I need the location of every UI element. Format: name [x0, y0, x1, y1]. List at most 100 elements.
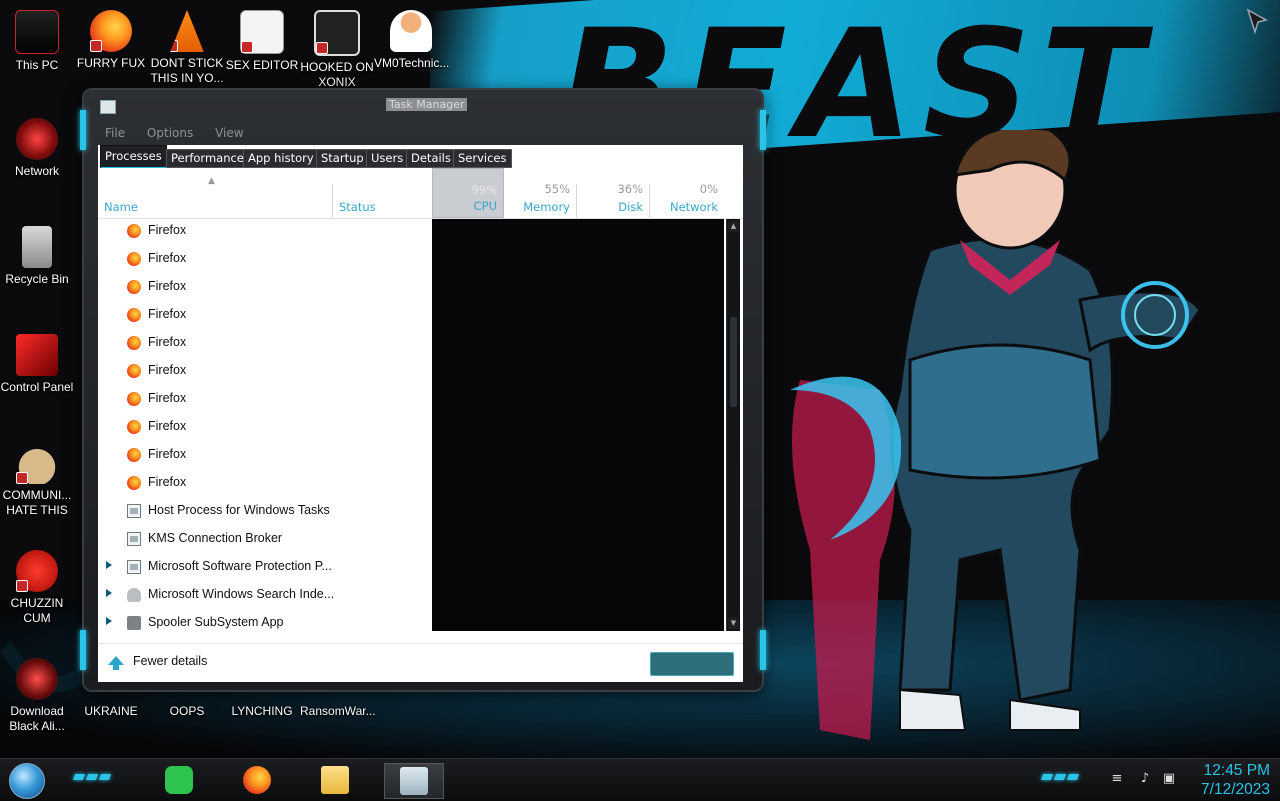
table-row[interactable]: Firefox: [98, 301, 432, 329]
table-row[interactable]: Microsoft Software Protection P...: [98, 553, 432, 581]
desktop-icon-this-pc[interactable]: This PC: [0, 10, 74, 73]
firefox-icon: [243, 766, 271, 794]
volume-icon[interactable]: ♪: [1138, 772, 1152, 786]
disk-percent: 36%: [617, 182, 643, 196]
desktop-icon-recycle-bin[interactable]: Recycle Bin: [0, 226, 74, 287]
desktop-icon-ransomware[interactable]: RansomWar...: [300, 704, 376, 719]
notes-app-icon: [165, 766, 193, 794]
desktop-icon-lynching[interactable]: LYNCHING: [225, 704, 299, 719]
column-label: Disk: [618, 200, 643, 214]
desktop-icon-furry-fux[interactable]: FURRY FUX: [74, 10, 148, 71]
tab-services[interactable]: Services: [453, 149, 512, 168]
desktop-icon-dont-stick[interactable]: DONT STICK THIS IN YO...: [150, 10, 224, 86]
table-row[interactable]: Firefox: [98, 413, 432, 441]
table-row[interactable]: Firefox: [98, 273, 432, 301]
desktop-icon-communism[interactable]: COMMUNI... HATE THIS: [0, 442, 74, 518]
table-row[interactable]: Firefox: [98, 219, 432, 245]
column-header-memory[interactable]: 55% Memory: [504, 168, 576, 218]
process-name: Firefox: [148, 335, 187, 349]
column-label: Name: [104, 200, 138, 214]
column-header-name[interactable]: Name: [98, 168, 332, 218]
firefox-icon: [127, 280, 141, 294]
desktop-icon-oops[interactable]: OOPS: [150, 704, 224, 719]
process-name: Firefox: [148, 475, 187, 489]
window-process-icon: [127, 560, 141, 574]
action-center-icon[interactable]: ≡: [1110, 772, 1124, 786]
table-row[interactable]: Firefox: [98, 469, 432, 497]
table-row[interactable]: KMS Connection Broker: [98, 525, 432, 553]
system-clock[interactable]: 12:45 PM 7/12/2023: [1186, 761, 1270, 799]
task-manager-app-icon: [100, 100, 116, 114]
desktop-icon-hooked-on-xonix[interactable]: HOOKED ON XONIX: [300, 10, 374, 90]
scroll-up-icon[interactable]: ▲: [728, 221, 739, 232]
menu-view[interactable]: View: [215, 123, 243, 143]
desktop-icon-ukraine[interactable]: UKRAINE: [74, 704, 148, 719]
expand-chevron-icon[interactable]: [106, 561, 112, 569]
desktop-icon-label: FURRY FUX: [76, 56, 146, 70]
taskbar-file-explorer[interactable]: [306, 763, 364, 797]
desktop-icon-download-black-ali[interactable]: Download Black Ali...: [0, 658, 74, 734]
table-row[interactable]: Microsoft Windows Search Inde...: [98, 581, 432, 609]
table-row[interactable]: Firefox: [98, 441, 432, 469]
table-row[interactable]: Firefox: [98, 329, 432, 357]
menu-options[interactable]: Options: [147, 123, 193, 143]
desktop-icon-label: Recycle Bin: [5, 272, 69, 286]
fewer-details-link[interactable]: Fewer details: [133, 654, 207, 668]
desktop-icon-sex-editor[interactable]: SEX EDITOR: [225, 10, 299, 73]
end-task-button[interactable]: [650, 652, 734, 676]
network-tray-icon[interactable]: ▣: [1162, 772, 1176, 786]
column-header-status[interactable]: Status: [333, 168, 432, 218]
process-list: Firefox Firefox Firefox Firefox Firefox …: [98, 219, 432, 631]
tab-startup[interactable]: Startup: [316, 149, 369, 168]
table-row[interactable]: Firefox: [98, 357, 432, 385]
desktop-icon-control-panel[interactable]: Control Panel: [0, 334, 74, 395]
tab-details[interactable]: Details: [406, 149, 456, 168]
desktop-icon-label: This PC: [15, 58, 59, 72]
table-row[interactable]: Firefox: [98, 385, 432, 413]
process-name: Firefox: [148, 391, 187, 405]
start-button[interactable]: [9, 763, 45, 799]
menu-file[interactable]: File: [105, 123, 125, 143]
window-titlebar[interactable]: Task Manager: [84, 90, 762, 120]
tab-performance[interactable]: Performance: [166, 149, 249, 168]
memory-percent: 55%: [544, 182, 570, 196]
table-row[interactable]: Firefox: [98, 245, 432, 273]
clock-time: 12:45 PM: [1203, 762, 1270, 779]
tab-processes[interactable]: Processes: [100, 145, 167, 169]
firefox-icon: [127, 448, 141, 462]
shortcut-arrow-icon: [16, 472, 28, 484]
table-row[interactable]: Spooler SubSystem App: [98, 609, 432, 631]
firefox-icon: [127, 308, 141, 322]
tab-app-history[interactable]: App history: [243, 149, 319, 168]
network-globe-icon: [16, 118, 58, 160]
desktop-icon-network[interactable]: Network: [0, 118, 74, 179]
vertical-scrollbar[interactable]: ▲ ▼: [726, 219, 740, 631]
desktop-icon-vm0technic[interactable]: VM0Technic...: [374, 10, 449, 71]
processes-panel: ▲ Name Status 99% CPU 55% Memory 36% Dis…: [98, 168, 743, 681]
column-header-cpu[interactable]: 99% CPU: [432, 168, 504, 218]
desktop-icon-chuzzin[interactable]: CHUZZIN CUM: [0, 550, 74, 626]
expand-chevron-icon[interactable]: [106, 589, 112, 597]
shortcut-arrow-icon: [316, 42, 328, 54]
shortcut-arrow-icon: [16, 580, 28, 592]
table-row[interactable]: Host Process for Windows Tasks: [98, 497, 432, 525]
task-manager-window[interactable]: Task Manager File Options View Processes…: [80, 90, 766, 690]
taskbar-notes-app[interactable]: [150, 763, 208, 797]
tab-users[interactable]: Users: [366, 149, 409, 168]
scroll-thumb[interactable]: [730, 317, 737, 407]
taskbar-firefox[interactable]: [228, 763, 286, 797]
search-indexer-icon: [127, 588, 141, 602]
scroll-down-icon[interactable]: ▼: [728, 618, 739, 629]
window-frame-glow: [80, 630, 86, 670]
desktop-icon-label: DONT STICK THIS IN YO...: [150, 56, 224, 85]
cpu-percent: 99%: [471, 183, 497, 197]
column-header-network[interactable]: 0% Network: [650, 168, 724, 218]
expand-chevron-icon[interactable]: [106, 617, 112, 625]
window-process-icon: [127, 504, 141, 518]
column-header-disk[interactable]: 36% Disk: [577, 168, 649, 218]
desktop-icon-label: COMMUNI... HATE THIS: [2, 488, 72, 517]
firefox-icon: [127, 420, 141, 434]
taskbar-decoration: [72, 769, 113, 780]
taskbar-task-manager[interactable]: [384, 763, 444, 799]
cursor-logo-icon: [1246, 8, 1268, 34]
